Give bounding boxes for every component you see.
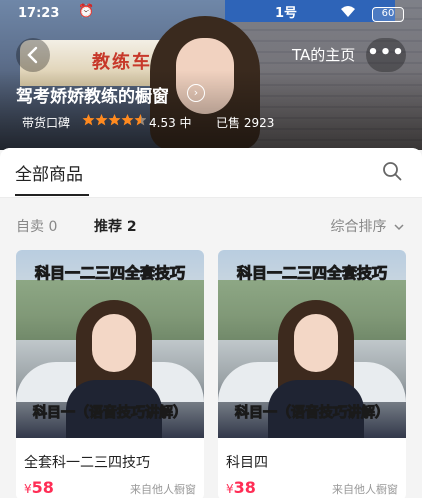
product-name[interactable]: 全套科一二三四技巧: [24, 452, 150, 472]
currency-symbol: ¥: [226, 482, 234, 496]
product-source: 来自他人橱窗: [332, 483, 398, 496]
shop-title[interactable]: 驾考娇娇教练的橱窗: [16, 82, 169, 107]
more-button[interactable]: •••: [366, 38, 406, 72]
chevron-down-icon: [394, 224, 404, 231]
filter-bar: 自卖 0 推荐 2 综合排序: [0, 198, 422, 248]
thumb-caption-top: 科目一二三四全套技巧: [236, 264, 387, 283]
battery-icon: 60: [372, 7, 404, 22]
chevron-right-circle-icon[interactable]: ›: [187, 84, 205, 102]
product-price: ¥58: [24, 478, 54, 497]
product-price: ¥38: [226, 478, 256, 497]
thumb-face: [92, 314, 136, 372]
wifi-icon: [340, 5, 356, 22]
shop-header: 1号 教练车 17:23 ⏰ 60 TA的主页 ••• 驾考娇娇教练的橱窗 › …: [0, 0, 422, 150]
thumb-face: [294, 314, 338, 372]
alarm-icon: ⏰: [78, 4, 95, 19]
product-source: 来自他人橱窗: [130, 483, 196, 496]
currency-symbol: ¥: [24, 482, 32, 496]
rating-score: 4.53 中: [149, 116, 192, 130]
product-thumbnail[interactable]: 科目一二三四全套技巧 科目一（语音技巧讲解）: [218, 250, 406, 438]
sold-count: 已售 2923: [216, 116, 275, 130]
sort-dropdown[interactable]: 综合排序: [331, 216, 404, 236]
product-thumbnail[interactable]: 科目一二三四全套技巧 科目一（语音技巧讲解）: [16, 250, 204, 438]
filter-self-sell[interactable]: 自卖 0: [16, 216, 57, 236]
more-icon: •••: [367, 42, 405, 63]
chevron-left-icon: [27, 46, 38, 64]
filter-recommended[interactable]: 推荐 2: [94, 216, 137, 236]
status-bar: 17:23 ⏰ 60: [18, 4, 404, 26]
product-name[interactable]: 科目四: [226, 452, 268, 472]
tab-all-products[interactable]: 全部商品: [15, 160, 83, 185]
thumb-caption-bottom: 科目一（语音技巧讲解）: [33, 405, 188, 422]
status-time: 17:23: [18, 6, 60, 21]
thumb-caption-top: 科目一二三四全套技巧: [34, 264, 185, 283]
product-card[interactable]: 科目一二三四全套技巧 科目一（语音技巧讲解） 全套科一二三四技巧 ¥58 来自他…: [16, 250, 204, 498]
price-value: 38: [233, 478, 256, 497]
product-card[interactable]: 科目一二三四全套技巧 科目一（语音技巧讲解） 科目四 ¥38 来自他人橱窗: [218, 250, 406, 498]
tab-bar: 全部商品: [0, 148, 422, 198]
back-button[interactable]: [16, 38, 50, 72]
product-panel: 全部商品 自卖 0 推荐 2 综合排序 科目一二三四全套技巧 科目一（语音技巧讲…: [0, 148, 422, 498]
ta-home-button[interactable]: TA的主页: [280, 38, 367, 72]
tab-indicator: [15, 194, 89, 196]
thumb-caption-bottom: 科目一（语音技巧讲解）: [235, 405, 390, 422]
price-value: 58: [31, 478, 54, 497]
sort-label: 综合排序: [330, 219, 387, 235]
search-icon[interactable]: [382, 161, 402, 181]
rating-stars: [82, 113, 147, 131]
rating-label: 带货口碑: [22, 116, 71, 130]
